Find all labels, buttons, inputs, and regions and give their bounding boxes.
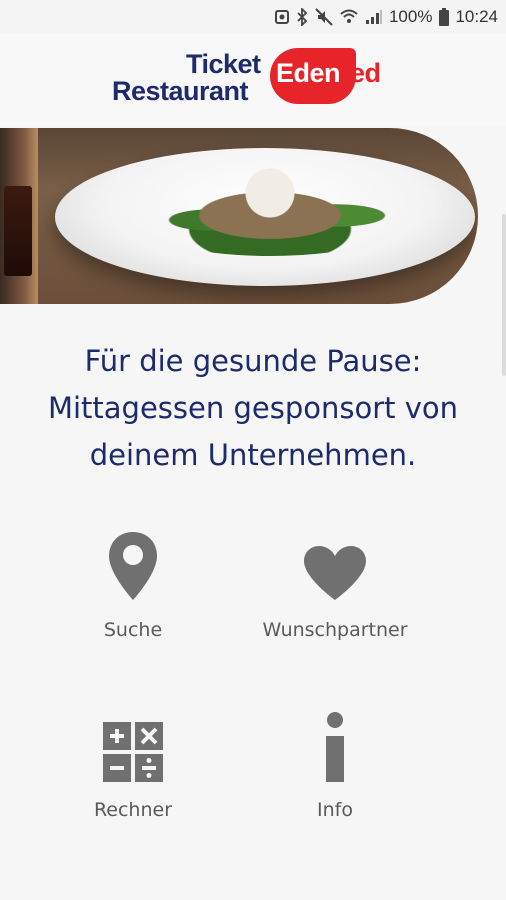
wunschpartner-label: Wunschpartner bbox=[262, 619, 408, 641]
tagline-line-1: Für die gesunde Pause: bbox=[84, 344, 422, 378]
logo-ticket-text: Ticket bbox=[186, 49, 261, 79]
info-icon bbox=[323, 710, 347, 782]
status-bar: 100% 10:24 bbox=[0, 0, 506, 34]
calculator-icon bbox=[103, 710, 163, 782]
scroll-edge-indicator bbox=[502, 214, 506, 376]
mute-icon bbox=[315, 8, 333, 26]
tagline: Für die gesunde Pause: Mittagessen gespo… bbox=[0, 338, 506, 479]
rechner-button[interactable]: Rechner bbox=[43, 710, 223, 840]
tagline-line-3: deinem Unternehmen. bbox=[89, 438, 417, 472]
info-label: Info bbox=[317, 799, 353, 821]
wunschpartner-button[interactable]: Wunschpartner bbox=[245, 530, 425, 660]
info-button[interactable]: Info bbox=[245, 710, 425, 840]
heart-icon bbox=[302, 530, 368, 602]
battery-icon bbox=[439, 8, 450, 26]
tagline-line-2: Mittagessen gesponsort von bbox=[47, 391, 459, 425]
bluetooth-icon bbox=[296, 8, 308, 26]
edenred-logo-tail: red bbox=[340, 58, 381, 88]
rechner-label: Rechner bbox=[93, 799, 173, 821]
clock: 10:24 bbox=[455, 7, 498, 26]
edenred-logo-text: Edenred bbox=[276, 60, 381, 87]
hero-salad bbox=[120, 166, 420, 256]
signal-icon bbox=[365, 9, 383, 25]
hero-salad-image bbox=[0, 128, 478, 304]
map-pin-icon bbox=[107, 530, 159, 602]
suche-button[interactable]: Suche bbox=[43, 530, 223, 660]
wifi-icon bbox=[340, 9, 358, 25]
screenshot-notification-icon bbox=[274, 9, 289, 25]
edenred-logo-main: Eden bbox=[276, 58, 341, 88]
battery-percent: 100% bbox=[388, 7, 433, 26]
suche-label: Suche bbox=[103, 619, 163, 641]
hero-drink-glass bbox=[4, 186, 32, 276]
logo-restaurant-text: Restaurant bbox=[112, 76, 249, 106]
app-header bbox=[0, 34, 506, 126]
